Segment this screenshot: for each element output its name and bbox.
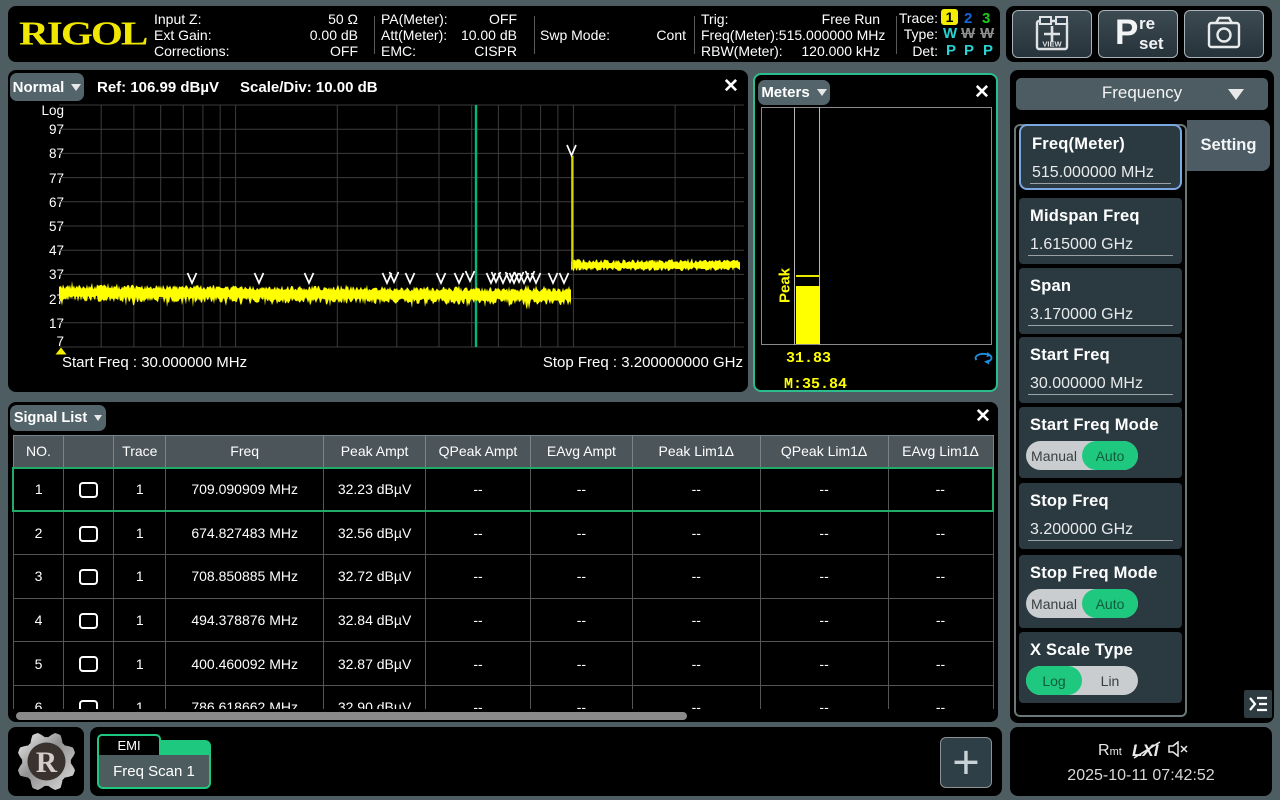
svg-text:VIEW: VIEW <box>1042 40 1062 49</box>
svg-text:R: R <box>36 747 58 779</box>
